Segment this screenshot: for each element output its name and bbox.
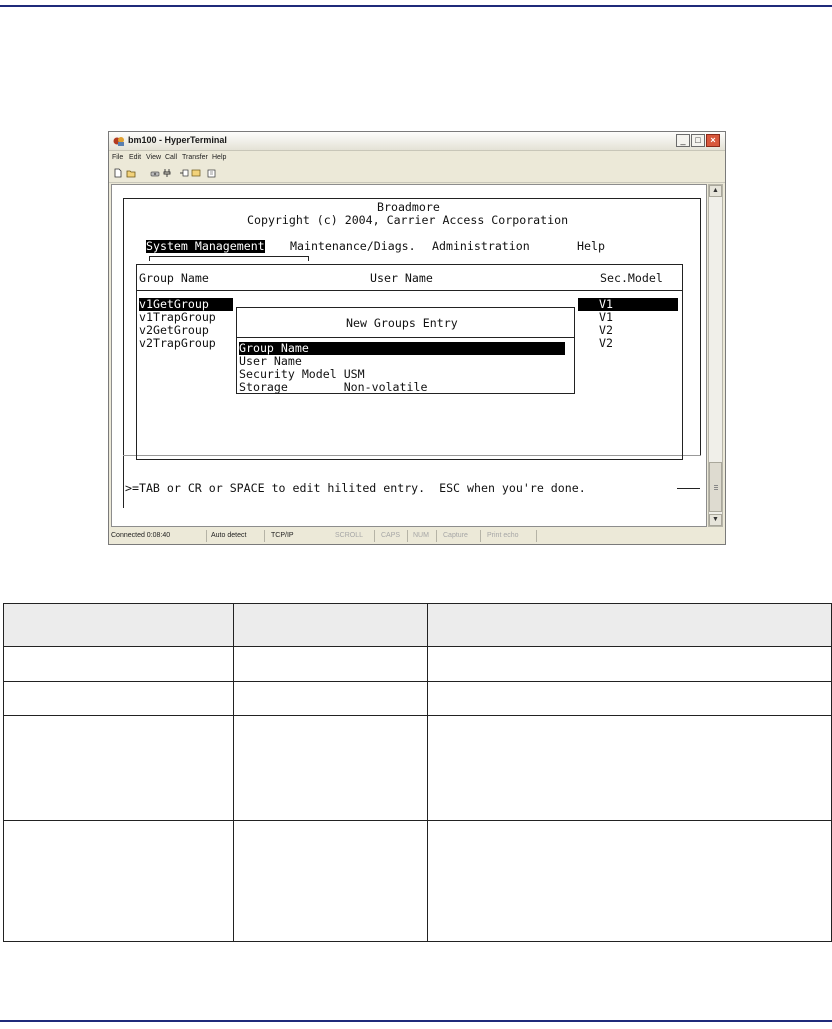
title-bar[interactable]: bm100 - HyperTerminal _ □ ×	[109, 132, 725, 151]
panel-left-line	[136, 264, 137, 460]
frame-left-line	[123, 198, 124, 508]
status-separator	[436, 530, 437, 542]
menu-help-terminal[interactable]: Help	[577, 240, 605, 253]
col-group-name: Group Name	[139, 271, 209, 285]
status-separator	[206, 530, 207, 542]
table-header-cell	[427, 603, 832, 647]
send-icon[interactable]	[179, 168, 189, 178]
col-user-name: User Name	[370, 271, 433, 285]
prompt-text: >=TAB or CR or SPACE to edit hilited ent…	[125, 481, 586, 495]
menu-bar: File Edit View Call Transfer Help	[109, 151, 725, 164]
new-groups-dialog: New Groups Entry Group Name User Name Se…	[236, 307, 575, 394]
table-cell	[233, 715, 428, 821]
table-cell	[233, 681, 428, 716]
menu-system-management[interactable]: System Management	[146, 240, 265, 253]
panel-bottom-line	[136, 459, 683, 460]
submenu-tab-left	[149, 256, 150, 261]
menu-maintenance-diags[interactable]: Maintenance/Diags.	[290, 240, 416, 253]
grip-line	[714, 487, 718, 488]
submenu-tab-right	[308, 256, 309, 261]
menu-transfer[interactable]: Transfer	[182, 154, 208, 161]
table-row	[3, 646, 832, 682]
phone-icon[interactable]	[150, 168, 160, 178]
menu-edit[interactable]: Edit	[129, 154, 141, 161]
table-cell	[233, 820, 428, 942]
scroll-up-icon[interactable]: ▲	[709, 185, 722, 197]
hyperterminal-window: bm100 - HyperTerminal _ □ × File Edit Vi…	[108, 131, 726, 545]
status-protocol: TCP/IP	[271, 532, 294, 539]
vertical-scrollbar[interactable]: ▲ ▼	[708, 184, 723, 527]
status-separator	[536, 530, 537, 542]
top-rule	[0, 5, 832, 7]
submenu-tab-line	[149, 256, 309, 257]
group-row-model[interactable]: V1	[578, 298, 678, 311]
scroll-thumb[interactable]	[709, 462, 722, 512]
copyright-text: Copyright (c) 2004, Carrier Access Corpo…	[247, 213, 569, 227]
table-cell	[3, 820, 234, 942]
table-row	[3, 715, 832, 821]
properties-icon[interactable]	[207, 168, 217, 178]
table-cell	[427, 646, 832, 682]
window-title: bm100 - HyperTerminal	[128, 135, 227, 145]
group-row-name[interactable]: v2TrapGroup	[139, 337, 216, 350]
app-icon	[113, 137, 124, 146]
table-header-cell	[233, 603, 428, 647]
table-row	[3, 681, 832, 716]
menu-view[interactable]: View	[146, 154, 161, 161]
status-bar: Connected 0:08:40 Auto detect TCP/IP SCR…	[109, 529, 725, 543]
toolbar	[109, 165, 725, 183]
status-separator	[480, 530, 481, 542]
panel-header-line	[136, 290, 683, 291]
group-row-model[interactable]: V2	[599, 337, 613, 350]
grip-line	[714, 485, 718, 486]
table-header-cell	[3, 603, 234, 647]
menu-help[interactable]: Help	[212, 154, 226, 161]
table-cell	[3, 715, 234, 821]
grip-line	[714, 489, 718, 490]
new-icon[interactable]	[113, 168, 123, 178]
status-connected: Connected 0:08:40	[111, 532, 171, 539]
frame-right-line	[700, 198, 701, 456]
status-caps: CAPS	[381, 532, 401, 539]
disconnect-icon[interactable]	[162, 168, 172, 178]
table-cell	[233, 646, 428, 682]
frame-prompt-tail	[677, 488, 700, 489]
scroll-down-icon[interactable]: ▼	[709, 514, 722, 526]
status-capture: Capture	[443, 532, 468, 539]
status-separator	[264, 530, 265, 542]
status-separator	[407, 530, 408, 542]
dialog-title: New Groups Entry	[346, 316, 458, 330]
open-icon[interactable]	[126, 168, 136, 178]
menu-call[interactable]: Call	[165, 154, 177, 161]
dialog-title-line	[237, 337, 574, 338]
bottom-rule	[0, 1020, 832, 1022]
minimize-button[interactable]: _	[676, 134, 690, 147]
receive-icon[interactable]	[191, 168, 201, 178]
table-row	[3, 820, 832, 942]
table-header-row	[3, 603, 832, 647]
panel-right-line	[682, 264, 683, 460]
menu-administration[interactable]: Administration	[432, 240, 530, 253]
document-table	[3, 603, 832, 942]
frame-mid-line	[123, 455, 701, 456]
status-scroll: SCROLL	[335, 532, 364, 539]
table-cell	[427, 681, 832, 716]
table-cell	[427, 820, 832, 942]
col-sec-model: Sec.Model	[600, 271, 663, 285]
status-num: NUM	[413, 532, 429, 539]
close-button[interactable]: ×	[706, 134, 720, 147]
frame-top-line	[123, 198, 701, 199]
status-print-echo: Print echo	[487, 532, 519, 539]
status-detect: Auto detect	[211, 532, 247, 539]
maximize-button[interactable]: □	[691, 134, 705, 147]
menu-file[interactable]: File	[112, 154, 123, 161]
terminal-screen[interactable]: Broadmore Copyright (c) 2004, Carrier Ac…	[111, 184, 707, 527]
dialog-field-storage[interactable]: Storage Non-volatile	[239, 381, 427, 394]
table-cell	[427, 715, 832, 821]
status-separator	[374, 530, 375, 542]
table-cell	[3, 681, 234, 716]
table-cell	[3, 646, 234, 682]
panel-top-line	[136, 264, 683, 265]
